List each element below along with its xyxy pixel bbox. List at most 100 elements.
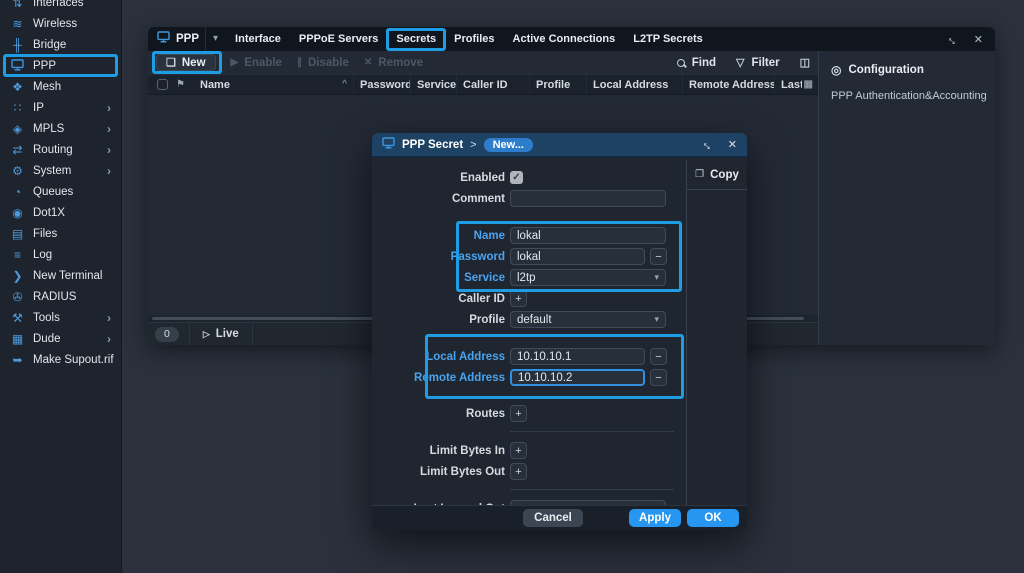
chevron-right-icon: › xyxy=(107,163,111,178)
sidebar-item-interfaces[interactable]: ⇅ Interfaces xyxy=(0,0,121,13)
sidebar-item-ppp[interactable]: PPP xyxy=(0,55,121,76)
column-header-remote-address[interactable]: Remote Address xyxy=(683,75,775,94)
local-address-unset-button[interactable]: − xyxy=(650,348,667,365)
flag-column-icon[interactable]: ⚑ xyxy=(176,79,194,90)
tab-pppoe-servers[interactable]: PPPoE Servers xyxy=(290,27,388,51)
sidebar-item-ip[interactable]: ∷ IP › xyxy=(0,97,121,118)
dialog-title: PPP Secret xyxy=(402,138,464,151)
sidebar-item-mpls[interactable]: ◈ MPLS › xyxy=(0,118,121,139)
tab-secrets[interactable]: Secrets xyxy=(387,27,445,51)
find-button[interactable]: Find xyxy=(692,57,716,69)
column-header-local-address[interactable]: Local Address xyxy=(587,75,683,94)
copy-icon: ❐ xyxy=(695,169,705,180)
new-button[interactable]: ❏ New xyxy=(156,54,216,71)
remove-x-icon: ✕ xyxy=(363,57,373,68)
column-header-name[interactable]: Name ^ xyxy=(194,75,354,94)
copy-label: Copy xyxy=(710,168,739,181)
chevron-down-icon[interactable]: ▾ xyxy=(205,27,218,51)
sidebar-item-radius[interactable]: ✇ RADIUS xyxy=(0,286,121,307)
disable-label: Disable xyxy=(307,56,349,69)
sidebar-item-dot1x[interactable]: ◉ Dot1X xyxy=(0,202,121,223)
field-label-comment: Comment xyxy=(451,192,505,205)
sort-asc-icon: ^ xyxy=(342,79,347,90)
sidebar-item-wireless[interactable]: ≋ Wireless xyxy=(0,13,121,34)
password-unset-button[interactable]: − xyxy=(650,248,667,265)
close-dialog-icon[interactable]: ✕ xyxy=(728,138,737,151)
sidebar-item-files[interactable]: ▤ Files xyxy=(0,223,121,244)
select-all-checkbox[interactable] xyxy=(157,79,168,90)
restore-dialog-icon[interactable]: ↔ xyxy=(698,135,718,155)
tab-active-connections[interactable]: Active Connections xyxy=(504,27,625,51)
sidebar-item-routing[interactable]: ⇄ Routing › xyxy=(0,139,121,160)
column-header-service[interactable]: Service xyxy=(411,75,457,94)
sidebar-item-dude[interactable]: ▦ Dude › xyxy=(0,328,121,349)
ppp-icon xyxy=(157,30,170,48)
routes-add-button[interactable]: + xyxy=(510,405,527,422)
local-address-input[interactable] xyxy=(510,348,645,365)
tab-l2tp-secrets[interactable]: L2TP Secrets xyxy=(624,27,712,51)
item-count-badge: 0 xyxy=(155,326,179,342)
bridge-icon: ╫ xyxy=(13,37,22,52)
sidebar-item-queues[interactable]: ◔ Queues xyxy=(0,181,121,202)
sidebar-item-bridge[interactable]: ╫ Bridge xyxy=(0,34,121,55)
comment-input[interactable] xyxy=(510,190,666,207)
field-row-comment: Comment xyxy=(372,188,686,209)
apply-button[interactable]: Apply xyxy=(629,509,681,527)
caller-id-add-button[interactable]: + xyxy=(510,290,527,307)
status-divider xyxy=(251,323,253,345)
column-header-password[interactable]: Password xyxy=(354,75,411,94)
tab-interface[interactable]: Interface xyxy=(226,27,290,51)
play-icon: ▶ xyxy=(230,57,239,68)
remote-address-unset-button[interactable]: − xyxy=(650,369,667,386)
enabled-checkbox[interactable]: ✓ xyxy=(510,171,523,184)
sidebar-item-log[interactable]: ≡ Log xyxy=(0,244,121,265)
chevron-right-icon: › xyxy=(107,142,111,157)
files-folder-icon: ▤ xyxy=(11,226,24,241)
sidebar-item-tools[interactable]: ⚒ Tools › xyxy=(0,307,121,328)
config-item-ppp-authentication-accounting[interactable]: PPP Authentication&Accounting xyxy=(831,90,987,102)
field-row-limit-bytes-out: Limit Bytes Out + xyxy=(372,461,686,482)
window-menu-button[interactable]: PPP ▾ xyxy=(148,27,226,51)
live-label: Live xyxy=(215,328,239,340)
enable-button[interactable]: ▶ Enable xyxy=(231,57,282,69)
cancel-button[interactable]: Cancel xyxy=(523,509,583,527)
sidebar-item-new-terminal[interactable]: ❯ New Terminal xyxy=(0,265,121,286)
remote-address-input[interactable] xyxy=(510,369,645,386)
columns-panel-icon[interactable]: ◫ xyxy=(800,56,810,69)
name-input[interactable] xyxy=(510,227,666,244)
column-config-icon[interactable]: ▦ xyxy=(804,79,813,90)
remove-button[interactable]: ✕ Remove xyxy=(364,57,423,69)
filter-button[interactable]: Filter xyxy=(751,57,779,69)
live-toggle-button[interactable]: ▷ Live xyxy=(190,328,252,340)
copy-button[interactable]: ❐ Copy xyxy=(687,160,747,190)
configuration-header: ◎ Configuration xyxy=(831,63,983,77)
column-header-caller-id[interactable]: Caller ID xyxy=(457,75,530,94)
sidebar-item-mesh[interactable]: ❖ Mesh xyxy=(0,76,121,97)
ok-button[interactable]: OK xyxy=(687,509,739,527)
field-label-routes: Routes xyxy=(466,407,505,420)
close-window-icon[interactable]: ✕ xyxy=(974,33,983,46)
field-row-local-address: Local Address − xyxy=(372,346,686,367)
sidebar-item-system[interactable]: ⚙ System › xyxy=(0,160,121,181)
column-header-last-l[interactable]: Last L xyxy=(775,75,802,94)
password-input[interactable] xyxy=(510,248,645,265)
dialog-form: Enabled ✓ Comment Name Password − Service l2tp ▾… xyxy=(372,160,686,505)
column-header-profile[interactable]: Profile xyxy=(530,75,587,94)
tab-profiles[interactable]: Profiles xyxy=(445,27,503,51)
disable-button[interactable]: ∥ Disable xyxy=(297,57,349,69)
chevron-right-icon: › xyxy=(107,100,111,115)
limit-bytes-out-add-button[interactable]: + xyxy=(510,463,527,480)
field-label-profile: Profile xyxy=(469,313,505,326)
sidebar-item-make-supout-rif[interactable]: ➥ Make Supout.rif xyxy=(0,349,121,370)
field-label-enabled: Enabled xyxy=(460,171,505,184)
field-label-local-address: Local Address xyxy=(426,350,505,363)
restore-window-icon[interactable]: ↔ xyxy=(943,29,963,49)
limit-bytes-in-add-button[interactable]: + xyxy=(510,442,527,459)
profile-select[interactable]: default ▾ xyxy=(510,311,666,328)
ppp-icon xyxy=(9,58,26,73)
service-select[interactable]: l2tp ▾ xyxy=(510,269,666,286)
pause-icon: ∥ xyxy=(296,57,302,68)
sidebar-item-label: Queues xyxy=(33,185,74,198)
routing-icon: ⇄ xyxy=(12,142,23,157)
dialog-titlebar: PPP Secret > New... ↔ ✕ xyxy=(372,133,747,158)
